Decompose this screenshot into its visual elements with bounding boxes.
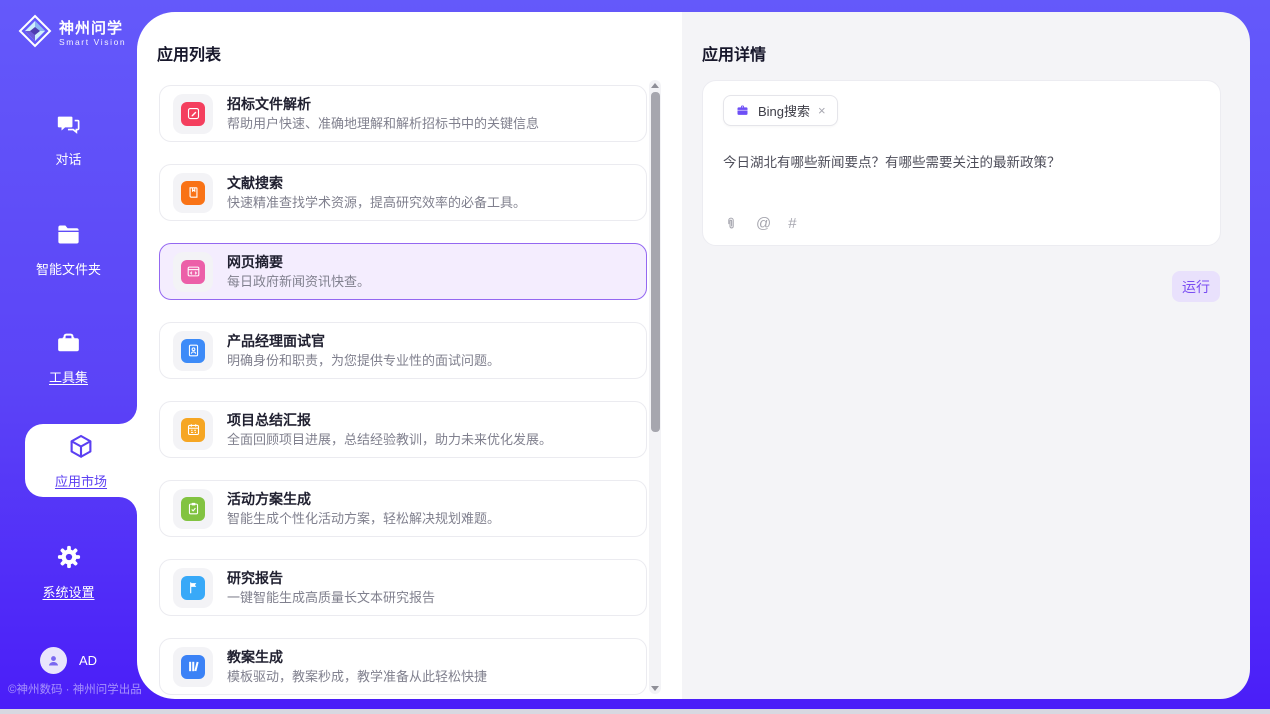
active-tab-notch-bottom	[117, 497, 137, 517]
sidebar-item-label: 应用市场	[55, 471, 107, 490]
app-detail-title: 应用详情	[702, 41, 766, 65]
toolbox-icon	[55, 329, 82, 361]
sidebar-item-label: 智能文件夹	[36, 259, 101, 278]
copyright-note: ©神州数码 · 神州问学出品	[8, 681, 142, 697]
mention-icon[interactable]: @	[756, 216, 771, 232]
app-list-title: 应用列表	[157, 41, 221, 65]
close-icon[interactable]: ×	[818, 104, 826, 117]
books-icon	[181, 655, 205, 679]
scroll-up-icon[interactable]	[651, 83, 659, 88]
prompt-editor[interactable]: Bing搜索 × 今日湖北有哪些新闻要点？有哪些需要关注的最新政策？ @ #	[702, 80, 1221, 246]
list-item-literature-search[interactable]: 文献搜索 快速精准查找学术资源，提高研究效率的必备工具。	[159, 164, 647, 221]
paperclip-icon[interactable]	[723, 216, 739, 232]
app-logo: 神州问学 Smart Vision	[17, 13, 126, 54]
scrollbar-thumb[interactable]	[651, 92, 660, 432]
person-document-icon	[181, 339, 205, 363]
briefcase-icon	[735, 103, 750, 118]
prompt-text-input[interactable]: 今日湖北有哪些新闻要点？有哪些需要关注的最新政策？	[723, 151, 1200, 171]
list-item-bid-analysis[interactable]: 招标文件解析 帮助用户快速、准确地理解和解析招标书中的关键信息	[159, 85, 647, 142]
brand-subtitle: Smart Vision	[59, 37, 126, 48]
app-description: 智能生成个性化活动方案，轻松解决规划难题。	[227, 512, 500, 525]
app-description: 帮助用户快速、准确地理解和解析招标书中的关键信息	[227, 117, 539, 130]
sidebar: 神州问学 Smart Vision 对话 智能文件夹	[0, 0, 137, 714]
list-item-research-report[interactable]: 研究报告 一键智能生成高质量长文本研究报告	[159, 559, 647, 616]
app-name: 研究报告	[227, 571, 435, 585]
list-item-event-plan[interactable]: 活动方案生成 智能生成个性化活动方案，轻松解决规划难题。	[159, 480, 647, 537]
sidebar-item-settings[interactable]: 系统设置	[0, 543, 137, 601]
user-name: AD	[79, 653, 97, 668]
folder-icon	[55, 221, 82, 253]
avatar	[40, 647, 67, 674]
list-item-web-summary[interactable]: 网页摘要 每日政府新闻资讯快查。	[159, 243, 647, 300]
app-list-scrollbar[interactable]	[649, 80, 661, 694]
app-name: 文献搜索	[227, 176, 526, 190]
list-item-lesson-plan[interactable]: 教案生成 模板驱动，教案秒成，教学准备从此轻松快捷	[159, 638, 647, 695]
app-description: 一键智能生成高质量长文本研究报告	[227, 591, 435, 604]
main-content: 应用列表 招标文件解析 帮助用户快速、准确地理解和解析招标书中的关键信息 文献搜…	[137, 12, 1250, 699]
app-detail-panel: 应用详情 Bing搜索 × 今日湖北有哪些新闻要点？有哪些需要关注的最新政策？ …	[682, 12, 1250, 699]
app-description: 明确身份和职责，为您提供专业性的面试问题。	[227, 354, 500, 367]
app-name: 教案生成	[227, 650, 487, 664]
gear-icon	[55, 543, 83, 576]
app-name: 项目总结汇报	[227, 413, 552, 427]
user-account[interactable]: AD	[40, 647, 97, 674]
app-description: 全面回顾项目进展，总结经验教训，助力未来优化发展。	[227, 433, 552, 446]
app-list: 招标文件解析 帮助用户快速、准确地理解和解析招标书中的关键信息 文献搜索 快速精…	[159, 85, 647, 699]
sidebar-item-smart-folder[interactable]: 智能文件夹	[0, 221, 137, 278]
sidebar-item-label: 对话	[55, 149, 81, 168]
app-description: 快速精准查找学术资源，提高研究效率的必备工具。	[227, 196, 526, 209]
logo-diamond-icon	[17, 13, 53, 54]
app-name: 活动方案生成	[227, 492, 500, 506]
sidebar-item-toolset[interactable]: 工具集	[0, 329, 137, 386]
run-button[interactable]: 运行	[1172, 271, 1220, 302]
hash-icon[interactable]: #	[788, 216, 796, 232]
list-item-project-summary[interactable]: 项目总结汇报 全面回顾项目进展，总结经验教训，助力未来优化发展。	[159, 401, 647, 458]
sidebar-item-label: 工具集	[49, 367, 88, 386]
person-icon	[45, 652, 62, 669]
sidebar-item-label: 系统设置	[42, 582, 94, 601]
app-description: 每日政府新闻资讯快查。	[227, 275, 370, 288]
app-list-panel: 应用列表 招标文件解析 帮助用户快速、准确地理解和解析招标书中的关键信息 文献搜…	[137, 12, 682, 699]
browser-code-icon	[181, 260, 205, 284]
list-item-pm-interviewer[interactable]: 产品经理面试官 明确身份和职责，为您提供专业性的面试问题。	[159, 322, 647, 379]
app-name: 产品经理面试官	[227, 334, 500, 348]
book-icon	[181, 181, 205, 205]
editor-toolbar: @ #	[723, 216, 797, 232]
edit-document-icon	[181, 102, 205, 126]
tool-chip-bing-search[interactable]: Bing搜索 ×	[723, 95, 838, 126]
app-description: 模板驱动，教案秒成，教学准备从此轻松快捷	[227, 670, 487, 683]
tool-chip-label: Bing搜索	[758, 101, 810, 120]
sidebar-item-chat[interactable]: 对话	[0, 111, 137, 168]
bottom-edge-strip	[0, 709, 1270, 714]
cube-icon	[66, 432, 96, 467]
calendar-report-icon	[181, 418, 205, 442]
report-flag-icon	[181, 576, 205, 600]
scroll-down-icon[interactable]	[651, 686, 659, 691]
sidebar-item-app-market[interactable]: 应用市场	[25, 424, 137, 497]
chat-icon	[55, 111, 82, 143]
clipboard-check-icon	[181, 497, 205, 521]
brand-name: 神州问学	[59, 20, 126, 37]
app-name: 招标文件解析	[227, 97, 539, 111]
app-name: 网页摘要	[227, 255, 370, 269]
active-tab-notch-top	[117, 404, 137, 424]
